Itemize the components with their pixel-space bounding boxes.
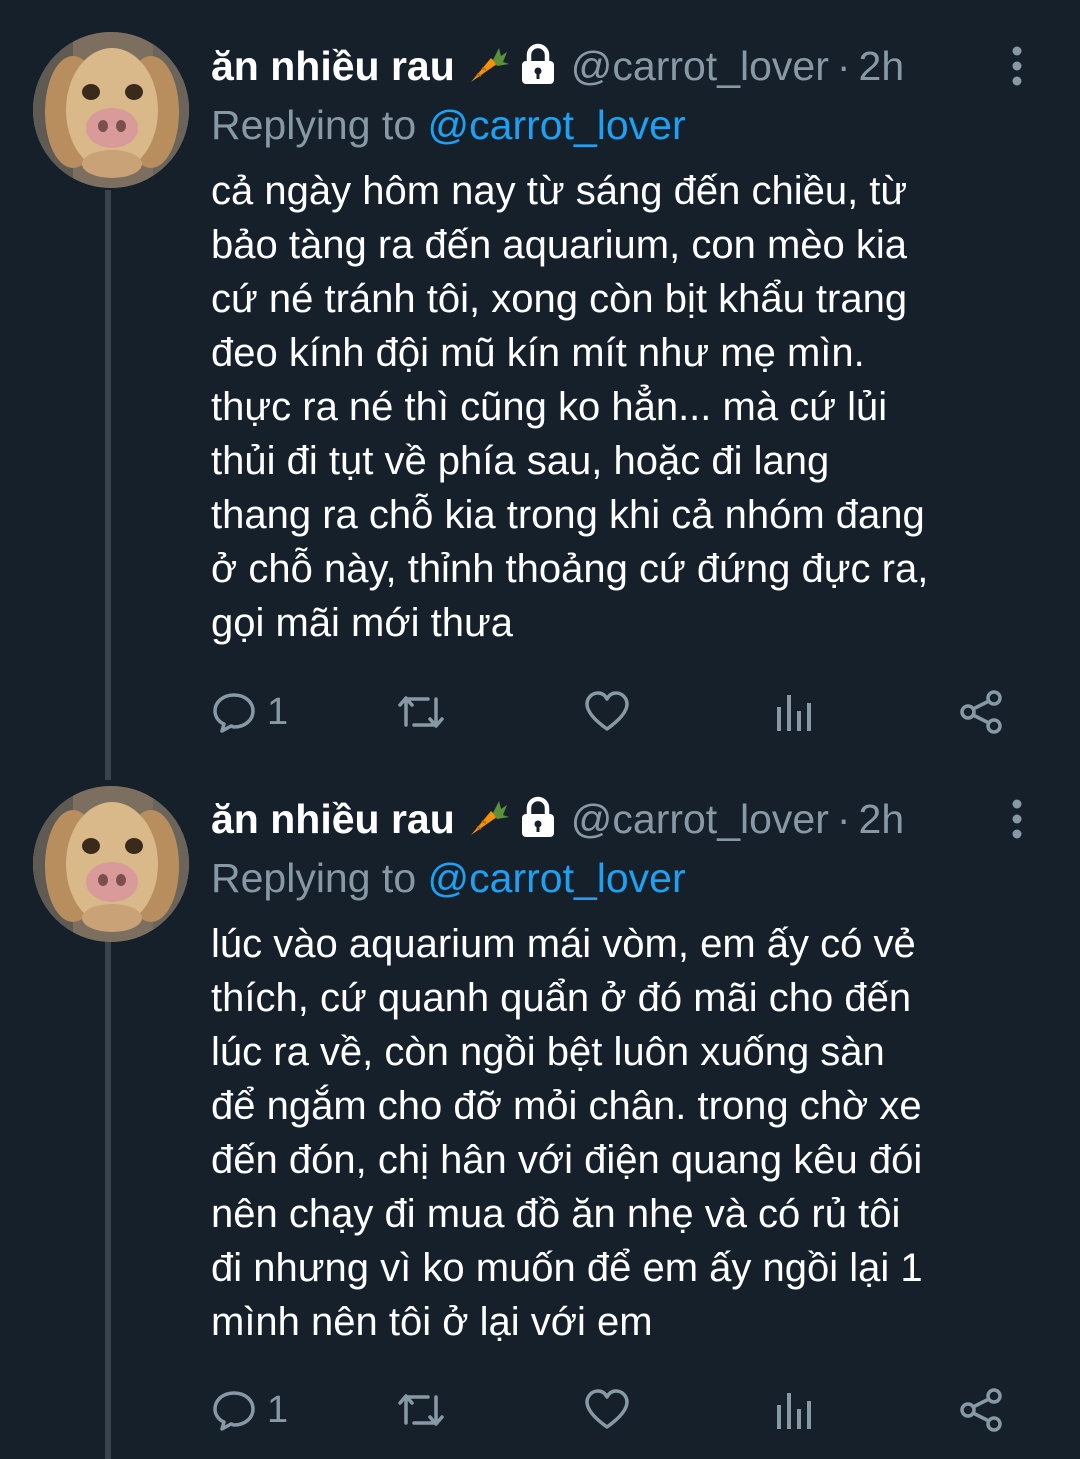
analytics-button[interactable] — [773, 1385, 815, 1435]
carrot-icon — [465, 42, 509, 91]
replying-to: Replying to @carrot_lover — [211, 855, 686, 902]
separator-dot: · — [836, 795, 851, 842]
tweet-text-line: thủi đi tụt về phía sau, hoặc đi lang — [211, 439, 830, 483]
share-icon — [958, 1387, 1004, 1433]
more-vertical-icon[interactable] — [1005, 797, 1029, 841]
reply-button[interactable]: 1 — [211, 1385, 288, 1435]
share-button[interactable] — [958, 1385, 1004, 1435]
tweet-actions: 1 — [211, 687, 1041, 737]
retweet-button[interactable] — [394, 1385, 448, 1435]
tweet-text-line: thang ra chỗ kia trong khi cả nhóm đang — [211, 493, 925, 537]
lock-icon — [519, 795, 557, 844]
tweet-text-line: thích, cứ quanh quẩn ở đó mãi cho đến — [211, 976, 912, 1020]
separator-dot: · — [836, 42, 851, 89]
reply-count: 1 — [267, 690, 289, 733]
tweet-text-line: đi nhưng vì ko muốn để em ấy ngồi lại 1 — [211, 1246, 923, 1290]
share-icon — [958, 689, 1004, 735]
heart-icon — [583, 1387, 631, 1433]
reply-count: 1 — [267, 1388, 289, 1431]
mention-link[interactable]: @carrot_lover — [428, 102, 686, 148]
like-button[interactable] — [583, 1385, 631, 1435]
tweet-text-line: cứ né tránh tôi, xong còn bịt khẩu trang — [211, 277, 908, 321]
tweet-text: lúc vào aquarium mái vòm, em ấy có vẻ th… — [211, 917, 1061, 1349]
replying-to: Replying to @carrot_lover — [211, 102, 686, 149]
retweet-icon — [394, 689, 448, 735]
handle[interactable]: @carrot_lover — [571, 43, 829, 90]
reply-icon — [211, 1387, 257, 1433]
retweet-icon — [394, 1387, 448, 1433]
tweet-header: ăn nhiều rau @carrot_lover · 2h — [211, 789, 904, 849]
analytics-icon — [773, 1387, 815, 1433]
timestamp[interactable]: 2h — [859, 796, 905, 843]
tweet-text: cả ngày hôm nay từ sáng đến chiều, từ bả… — [211, 164, 1061, 650]
analytics-button[interactable] — [773, 687, 815, 737]
tweet-text-line: nên chạy đi mua đồ ăn nhẹ và có rủ tôi — [211, 1192, 901, 1236]
mention-link[interactable]: @carrot_lover — [428, 855, 686, 901]
tweet-text-line: để ngắm cho đỡ mỏi chân. trong chờ xe — [211, 1084, 922, 1128]
tweet-text-line: lúc vào aquarium mái vòm, em ấy có vẻ — [211, 922, 916, 966]
display-name[interactable]: ăn nhiều rau — [211, 43, 455, 90]
tweet-text-line: đến đón, chị hân với điện quang kêu đói — [211, 1138, 923, 1182]
tweet[interactable]: ăn nhiều rau @carrot_lover · 2h Replying… — [0, 32, 1080, 776]
handle[interactable]: @carrot_lover — [571, 796, 829, 843]
tweet-text-line: mình nên tôi ở lại với em — [211, 1300, 653, 1344]
reply-icon — [211, 689, 257, 735]
replying-prefix: Replying to — [211, 102, 417, 148]
tweet-text-line: gọi mãi mới thưa — [211, 601, 513, 645]
tweet-actions: 1 — [211, 1385, 1041, 1435]
retweet-button[interactable] — [394, 687, 448, 737]
tweet-text-line: lúc ra về, còn ngồi bệt luôn xuống sàn — [211, 1030, 885, 1074]
tweet-text-line: cả ngày hôm nay từ sáng đến chiều, từ — [211, 169, 908, 213]
lock-icon — [519, 42, 557, 91]
tweet-text-line: bảo tàng ra đến aquarium, con mèo kia — [211, 223, 907, 267]
tweet[interactable]: ăn nhiều rau @carrot_lover · 2h Replying… — [0, 786, 1080, 1459]
timestamp[interactable]: 2h — [859, 43, 905, 90]
tweet-text-line: đeo kính đội mũ kín mít như mẹ mìn. — [211, 331, 865, 375]
share-button[interactable] — [958, 687, 1004, 737]
reply-button[interactable]: 1 — [211, 687, 288, 737]
carrot-icon — [465, 795, 509, 844]
tweet-text-line: ở chỗ này, thỉnh thoảng cứ đứng đực ra, — [211, 547, 929, 591]
analytics-icon — [773, 689, 815, 735]
avatar[interactable] — [33, 786, 189, 942]
tweet-header: ăn nhiều rau @carrot_lover · 2h — [211, 36, 904, 96]
tweet-text-line: thực ra né thì cũng ko hẳn... mà cứ lủi — [211, 385, 888, 429]
like-button[interactable] — [583, 687, 631, 737]
display-name[interactable]: ăn nhiều rau — [211, 796, 455, 843]
more-vertical-icon[interactable] — [1005, 44, 1029, 88]
heart-icon — [583, 689, 631, 735]
replying-prefix: Replying to — [211, 855, 417, 901]
avatar[interactable] — [33, 32, 189, 188]
